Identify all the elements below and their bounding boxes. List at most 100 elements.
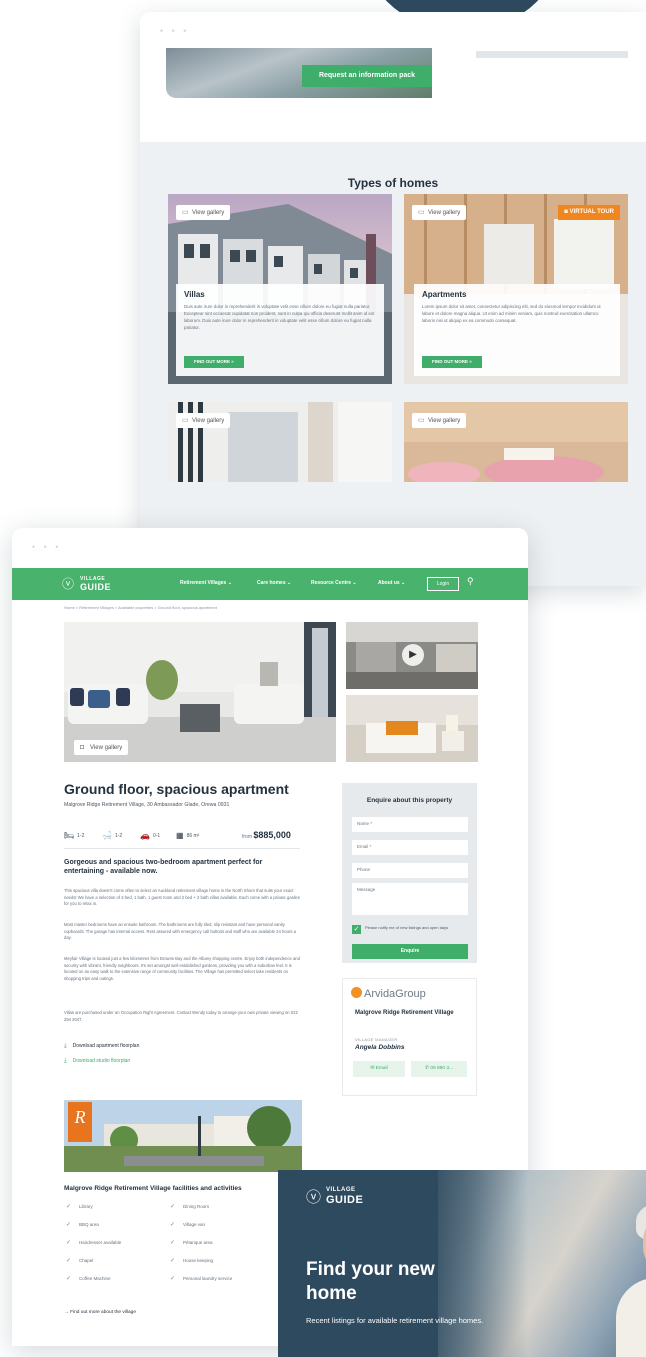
facility-item: ✓ House keeping — [170, 1257, 213, 1264]
bedrooms-value: 1-2 — [77, 832, 85, 839]
logo-bottom-text: GUIDE — [80, 582, 112, 592]
agent-role: VILLAGE MANAGER — [355, 1037, 398, 1042]
download-label: Download studio floorplan — [72, 1058, 131, 1064]
facility-label: House keeping — [183, 1258, 214, 1263]
download-apartment-floorplan-link[interactable]: ⤓ Download apartment floorplan — [64, 1043, 139, 1050]
villas-find-out-more-button[interactable]: FIND OUT MORE » — [184, 356, 244, 368]
villas-panel: Villas Duis aute irure dolor in reprehen… — [176, 284, 384, 376]
bedroom-thumbnail[interactable] — [346, 695, 478, 762]
view-gallery-label: View gallery — [90, 745, 123, 751]
facilities-title: Malgrove Ridge Retirement Village facili… — [64, 1185, 242, 1192]
price-value: $885,000 — [253, 830, 291, 840]
main-photo[interactable]: ◘ View gallery — [64, 622, 336, 762]
villas-card: ▭ View gallery Villas Duis aute irure dol… — [168, 194, 392, 384]
play-icon[interactable]: ▶ — [402, 644, 424, 666]
view-gallery-button[interactable]: ▭ View gallery — [176, 205, 231, 220]
village-image — [64, 1100, 302, 1172]
arvida-brand: ArvidaGroup — [364, 988, 426, 1000]
village-photo: R — [64, 1100, 302, 1172]
download-studio-floorplan-link[interactable]: ⤓ Download studio floorplan — [64, 1058, 130, 1065]
tick-icon: ✓ — [170, 1258, 176, 1264]
view-gallery-button[interactable]: ▭ View gallery — [412, 413, 467, 428]
agent-card: ArvidaGroup Malgrove Ridge Retirement Vi… — [342, 978, 477, 1096]
tick-icon: ✓ — [66, 1240, 72, 1246]
apartments-card: ▭ View gallery ◙ VIRTUAL TOUR Apartments … — [404, 194, 628, 384]
bath-icon: 🛁 — [102, 831, 112, 840]
view-gallery-label: View gallery — [428, 210, 461, 216]
email-field[interactable]: Email * — [352, 840, 468, 855]
nav-resource-centre[interactable]: Resource Centre ⌄ — [311, 580, 357, 586]
apartments-find-out-more-button[interactable]: FIND OUT MORE » — [422, 356, 482, 368]
promo-banner[interactable]: ⓥ VILLAGE GUIDE Find your new home Recen… — [278, 1170, 646, 1357]
tick-icon: ✓ — [66, 1276, 72, 1282]
window-dots: • • • — [32, 542, 62, 552]
apartments-title: Apartments — [422, 290, 467, 299]
facility-label: Personal laundry service — [183, 1276, 233, 1281]
email-agent-button[interactable]: ✉ Email — [353, 1061, 405, 1077]
description-paragraph: Meyfair Village is located just a few ki… — [64, 956, 300, 981]
breadcrumb[interactable]: Home > Retirement Villages > Available p… — [64, 605, 217, 610]
enquire-button[interactable]: Enquire — [352, 944, 468, 959]
view-gallery-button[interactable]: ▭ View gallery — [176, 413, 231, 428]
facility-label: Pétanque area — [183, 1240, 213, 1245]
description-paragraph: This spacious villa doesn't come often t… — [64, 888, 301, 907]
village-name: Malgrove Ridge Retirement Village — [355, 1010, 454, 1016]
parking-value: 0-1 — [152, 832, 161, 839]
villas-text: Duis aute irure dolor in reprehenderit i… — [184, 304, 375, 330]
nav-care-homes[interactable]: Care homes ⌄ — [257, 580, 291, 586]
property-title: Ground floor, spacious apartment — [64, 781, 289, 797]
placeholder-line — [476, 51, 628, 58]
message-field[interactable]: Message — [352, 883, 468, 915]
image-icon: ▭ — [418, 209, 425, 216]
tick-icon: ✓ — [170, 1240, 176, 1246]
tick-icon: ✓ — [170, 1204, 176, 1210]
enquiry-title: Enquire about this property — [366, 797, 453, 804]
tick-icon: ✓ — [66, 1222, 72, 1228]
nav-retirement-villages[interactable]: Retirement Villages ⌄ — [180, 580, 232, 586]
image-icon: ▭ — [418, 417, 425, 424]
view-gallery-button[interactable]: ◘ View gallery — [74, 740, 129, 755]
phone-field[interactable]: Phone — [352, 863, 468, 878]
home-card: ▭ View gallery — [404, 402, 628, 482]
call-agent-button[interactable]: ✆ 09 890 3... — [411, 1061, 467, 1077]
description-paragraph: Villas are purchased under an Occupation… — [64, 1010, 298, 1022]
logo-mark-icon: ⓥ — [62, 577, 75, 591]
find-out-more-link[interactable]: → Find out more about the village — [64, 1310, 136, 1315]
search-icon[interactable]: ⚲ — [467, 576, 474, 587]
bed-icon: 🛏 — [64, 831, 75, 840]
facility-item: ✓ Library — [66, 1203, 93, 1210]
nav-about-us[interactable]: About us ⌄ — [378, 580, 405, 586]
notify-checkbox-label: Please notify me of new listings and ope… — [365, 925, 449, 930]
request-info-button[interactable]: Request an information pack — [302, 65, 432, 87]
facility-item: ✓ Dining Room — [170, 1203, 209, 1210]
price: from $885,000 — [242, 830, 291, 840]
facility-item: ✓ Personal laundry service — [170, 1275, 232, 1282]
agent-name: Angela Dobbins — [355, 1044, 405, 1051]
login-button[interactable]: Login — [427, 577, 459, 591]
facility-item: ✓ BBQ area — [66, 1221, 99, 1228]
floor-area: ▦ 86 m² — [176, 831, 199, 840]
back-browser-window: • • • Request an information pack Types … — [140, 12, 646, 586]
home-card: ▭ View gallery — [168, 402, 392, 482]
camera-icon: ◘ — [80, 744, 85, 751]
promo-subtext: Recent listings for available retirement… — [306, 1316, 484, 1325]
facility-label: Village van — [183, 1222, 205, 1227]
logo-top-text: VILLAGE — [326, 1187, 356, 1193]
download-icon: ⤓ — [64, 1058, 67, 1064]
facility-item: ✓ Coffee Machine — [66, 1275, 110, 1282]
hero-image: Request an information pack — [166, 48, 432, 98]
name-field[interactable]: Name * — [352, 817, 468, 832]
arvida-badge-icon: R — [68, 1102, 92, 1142]
image-icon: ▭ — [182, 417, 189, 424]
apartments-text: Lorem ipsum dolor sit amet, consectetur … — [422, 304, 601, 323]
tick-icon: ✓ — [170, 1276, 176, 1282]
facility-label: Dining Room — [183, 1204, 210, 1209]
kitchen-video-thumbnail[interactable]: ▶ — [346, 622, 478, 689]
view-gallery-label: View gallery — [192, 418, 225, 424]
property-address: Malgrove Ridge Retirement Village, 30 Am… — [64, 802, 230, 808]
notify-checkbox[interactable]: ✓ — [352, 925, 361, 934]
virtual-tour-button[interactable]: ◙ VIRTUAL TOUR — [558, 205, 620, 220]
facility-label: Coffee Machine — [79, 1276, 111, 1281]
view-gallery-button[interactable]: ▭ View gallery — [412, 205, 467, 220]
download-label: Download apartment floorplan — [72, 1043, 140, 1049]
